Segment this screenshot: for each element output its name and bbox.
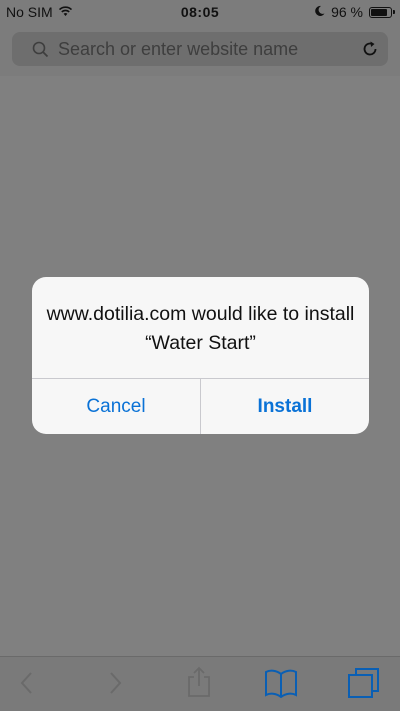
install-button[interactable]: Install [201, 379, 369, 434]
tabs-icon[interactable] [346, 667, 380, 704]
back-icon[interactable] [18, 669, 36, 702]
address-bar-area: Search or enter website name [0, 24, 400, 76]
cancel-button[interactable]: Cancel [32, 379, 200, 434]
forward-icon[interactable] [106, 669, 124, 702]
address-bar[interactable]: Search or enter website name [12, 32, 388, 66]
search-icon [32, 41, 49, 63]
reload-icon[interactable] [361, 40, 379, 63]
battery-icon [369, 6, 395, 18]
moon-icon [314, 4, 325, 20]
share-icon[interactable] [185, 666, 213, 703]
install-alert-dialog: www.dotilia.com would like to install “W… [32, 277, 369, 434]
status-bar: No SIM 08:05 96 % [0, 0, 400, 24]
bottom-toolbar [0, 656, 400, 711]
battery-fill [371, 8, 387, 16]
bookmarks-icon[interactable] [264, 668, 298, 703]
dialog-message: www.dotilia.com would like to install “W… [46, 303, 355, 354]
address-placeholder: Search or enter website name [58, 39, 299, 59]
status-right: 96 % [314, 4, 395, 20]
battery-percent: 96 % [331, 4, 363, 20]
